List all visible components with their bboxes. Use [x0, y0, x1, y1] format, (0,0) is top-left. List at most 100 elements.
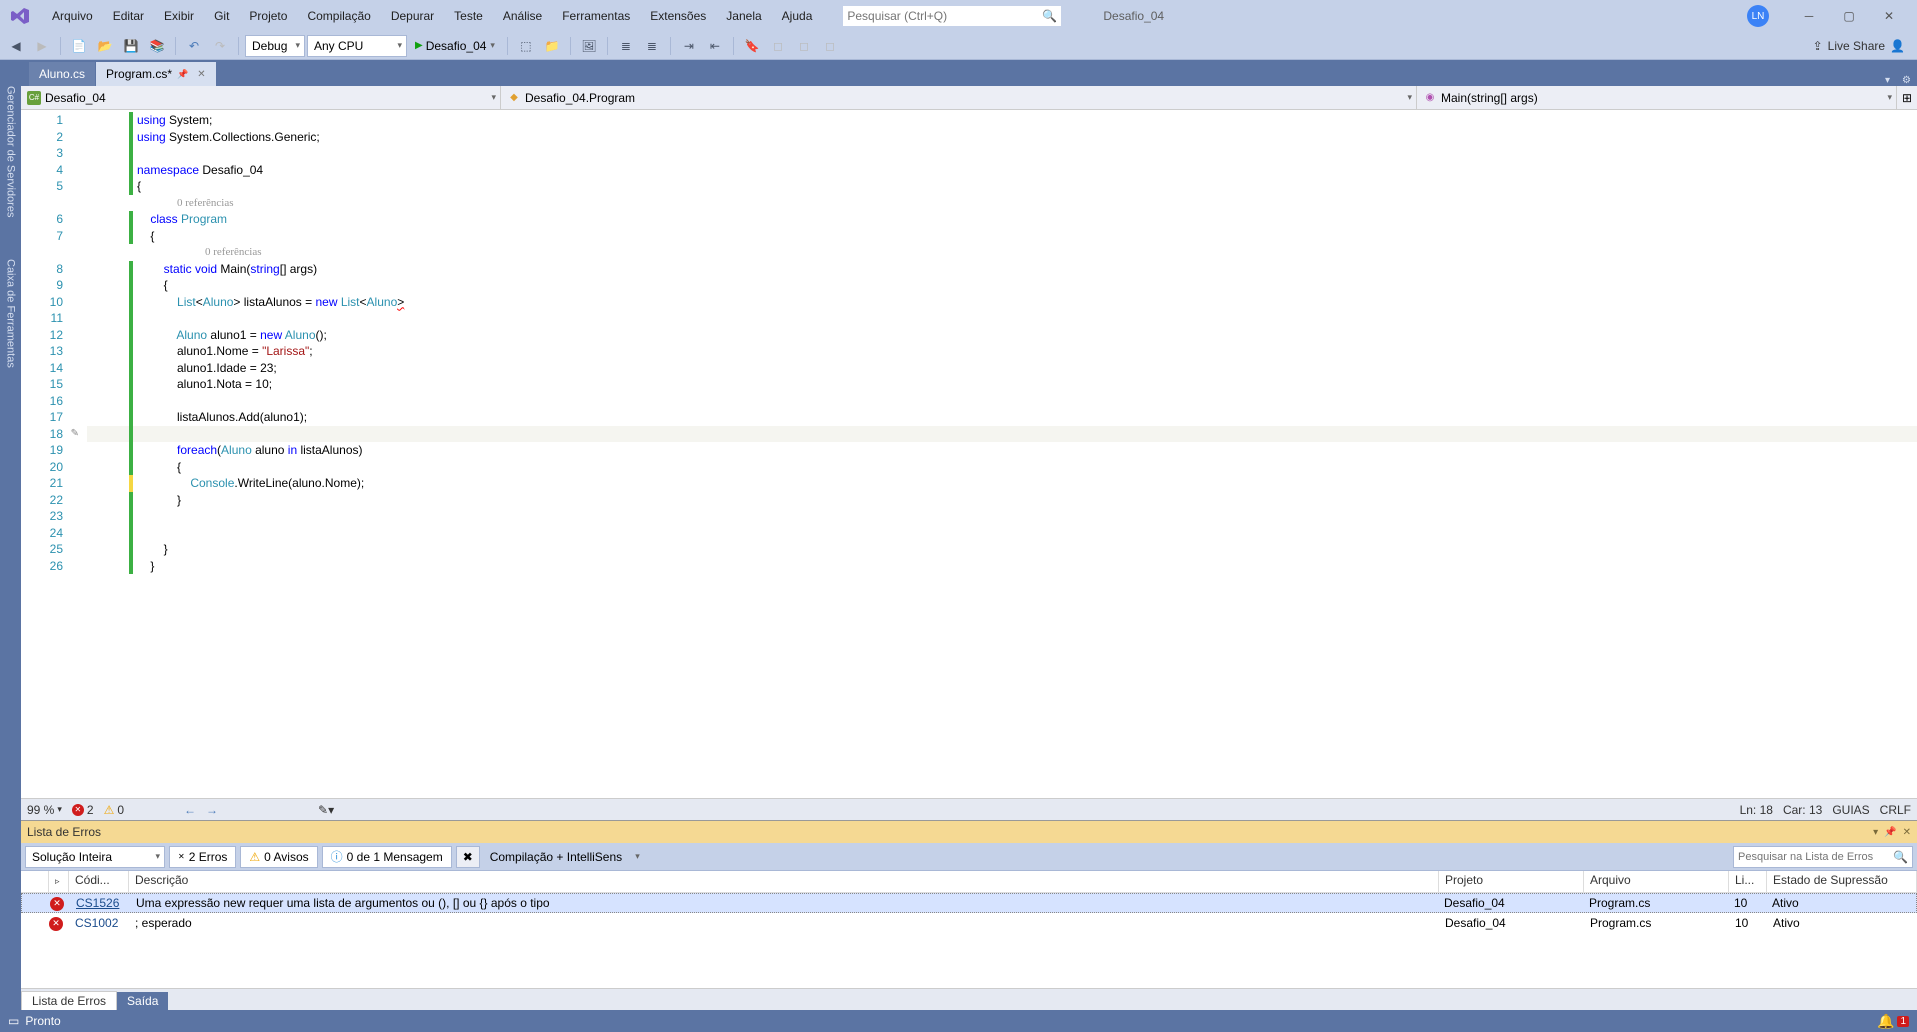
col-description[interactable]: Descrição: [129, 871, 1439, 892]
platform-dropdown[interactable]: Any CPU: [307, 35, 407, 57]
forward-button[interactable]: ▶: [30, 34, 54, 58]
redo-button[interactable]: ↷: [208, 34, 232, 58]
csharp-project-icon: C#: [27, 91, 41, 105]
line-ending[interactable]: CRLF: [1880, 803, 1911, 817]
menu-ferramentas[interactable]: Ferramentas: [552, 5, 640, 27]
search-icon: 🔍: [1042, 9, 1057, 23]
user-avatar[interactable]: LN: [1747, 5, 1769, 27]
error-icon: ✕: [178, 852, 185, 861]
menu-análise[interactable]: Análise: [493, 5, 552, 27]
toolbar-btn-10[interactable]: ◻: [818, 34, 842, 58]
nav-type-dropdown[interactable]: ◆ Desafio_04.Program: [501, 86, 1417, 109]
nav-forward[interactable]: →: [206, 803, 218, 817]
code-editor[interactable]: 123456789101112131415161718✎192021222324…: [21, 110, 1917, 798]
menu-editar[interactable]: Editar: [103, 5, 154, 27]
warning-count[interactable]: ⚠0: [104, 803, 124, 817]
menu-projeto[interactable]: Projeto: [239, 5, 297, 27]
zoom-level[interactable]: 99 %▾: [27, 803, 62, 817]
menu-ajuda[interactable]: Ajuda: [772, 5, 823, 27]
col-state[interactable]: Estado de Supressão: [1767, 871, 1917, 892]
errors-filter-button[interactable]: ✕2 Erros: [169, 846, 236, 868]
back-button[interactable]: ◀: [4, 34, 28, 58]
toolbar-btn-6[interactable]: ⇥: [677, 34, 701, 58]
share-icon: ⇪: [1813, 39, 1823, 53]
tab-program-cs[interactable]: Program.cs* 📌 ✕: [96, 62, 217, 86]
error-search-box[interactable]: 🔍: [1733, 846, 1913, 868]
save-all-button[interactable]: 📚: [145, 34, 169, 58]
error-count[interactable]: ✕2: [72, 803, 94, 817]
toolbox-tab[interactable]: Caixa de Ferramentas: [3, 253, 19, 374]
save-button[interactable]: 💾: [119, 34, 143, 58]
error-search-input[interactable]: [1738, 851, 1893, 863]
nav-back[interactable]: ←: [184, 803, 196, 817]
indent-mode[interactable]: GUIAS: [1832, 803, 1869, 817]
toolbar-btn-3[interactable]: 🖼: [577, 34, 601, 58]
error-row[interactable]: ✕ CS1526 Uma expressão new requer uma li…: [21, 893, 1917, 913]
menu-depurar[interactable]: Depurar: [381, 5, 444, 27]
toolbar-btn-8[interactable]: ◻: [766, 34, 790, 58]
class-icon: ◆: [507, 91, 521, 105]
toolbar-btn-7[interactable]: ⇤: [703, 34, 727, 58]
panel-pin-icon[interactable]: 📌: [1884, 827, 1896, 838]
bookmark-button[interactable]: 🔖: [740, 34, 764, 58]
cursor-col: Car: 13: [1783, 803, 1822, 817]
close-tab-icon[interactable]: ✕: [197, 69, 205, 80]
pin-icon[interactable]: 📌: [177, 69, 188, 80]
menu-extensões[interactable]: Extensões: [640, 5, 716, 27]
toolbar-btn-9[interactable]: ◻: [792, 34, 816, 58]
menu-git[interactable]: Git: [204, 5, 239, 27]
scope-dropdown[interactable]: Solução Inteira: [25, 846, 165, 868]
live-share-button[interactable]: ⇪ Live Share 👤: [1805, 39, 1913, 53]
quick-actions[interactable]: ✎▾: [318, 803, 334, 817]
status-bar: ▭ Pronto 🔔 1: [0, 1010, 1917, 1032]
nav-project-dropdown[interactable]: C# Desafio_04: [21, 86, 501, 109]
error-row[interactable]: ✕ CS1002 ; esperado Desafio_04 Program.c…: [21, 913, 1917, 933]
tab-aluno-cs[interactable]: Aluno.cs: [29, 62, 96, 86]
run-button[interactable]: ▶Desafio_04▾: [409, 34, 501, 58]
status-icon: ▭: [8, 1014, 19, 1028]
menu-janela[interactable]: Janela: [716, 5, 771, 27]
col-file[interactable]: Arquivo: [1584, 871, 1729, 892]
toolbar-btn-1[interactable]: ⬚: [514, 34, 538, 58]
col-line[interactable]: Li...: [1729, 871, 1767, 892]
tab-label: Program.cs*: [106, 67, 172, 81]
tab-overflow-button[interactable]: ▾: [1879, 75, 1896, 86]
maximize-button[interactable]: ▢: [1829, 2, 1869, 30]
open-button[interactable]: 📂: [93, 34, 117, 58]
notifications-button[interactable]: 🔔 1: [1877, 1013, 1909, 1030]
menu-compilação[interactable]: Compilação: [297, 5, 380, 27]
toolbar-btn-5[interactable]: ≣: [640, 34, 664, 58]
config-dropdown[interactable]: Debug: [245, 35, 305, 57]
toolbar-btn-2[interactable]: 📁: [540, 34, 564, 58]
toolbar-btn-4[interactable]: ≣: [614, 34, 638, 58]
panel-close-icon[interactable]: ✕: [1903, 827, 1911, 838]
editor-status-bar: 99 %▾ ✕2 ⚠0 ← → ✎▾ Ln: 18 Car: 13 GUIAS …: [21, 798, 1917, 820]
code-area[interactable]: using System;using System.Collections.Ge…: [81, 110, 1917, 798]
clear-filter-button[interactable]: ✖: [456, 846, 480, 868]
menu-arquivo[interactable]: Arquivo: [42, 5, 103, 27]
search-input[interactable]: [847, 9, 1038, 23]
solution-name[interactable]: Desafio_04: [1092, 6, 1175, 26]
output-tab[interactable]: Saída: [117, 992, 168, 1010]
server-explorer-tab[interactable]: Gerenciador de Servidores: [3, 80, 19, 223]
menu-exibir[interactable]: Exibir: [154, 5, 204, 27]
sort-icon[interactable]: ▹: [55, 876, 60, 886]
close-button[interactable]: ✕: [1869, 2, 1909, 30]
undo-button[interactable]: ↶: [182, 34, 206, 58]
error-list-panel: Lista de Erros ▾ 📌 ✕ Solução Inteira ✕2 …: [21, 820, 1917, 1010]
panel-dropdown-icon[interactable]: ▾: [1873, 827, 1878, 838]
col-code[interactable]: Códi...: [69, 871, 129, 892]
minimize-button[interactable]: ─: [1789, 2, 1829, 30]
search-box[interactable]: 🔍: [842, 5, 1062, 27]
new-item-button[interactable]: 📄: [67, 34, 91, 58]
split-view-button[interactable]: ⊞: [1897, 91, 1917, 105]
error-list-tab[interactable]: Lista de Erros: [21, 991, 117, 1010]
col-project[interactable]: Projeto: [1439, 871, 1584, 892]
warning-icon: ⚠: [249, 850, 260, 864]
build-intellisense-dropdown[interactable]: Compilação + IntelliSens: [484, 846, 644, 868]
menu-teste[interactable]: Teste: [444, 5, 493, 27]
nav-member-dropdown[interactable]: ◉ Main(string[] args): [1417, 86, 1897, 109]
warnings-filter-button[interactable]: ⚠0 Avisos: [240, 846, 317, 868]
messages-filter-button[interactable]: ⓘ0 de 1 Mensagem: [322, 846, 452, 868]
tab-settings-button[interactable]: ⚙: [1896, 75, 1917, 86]
